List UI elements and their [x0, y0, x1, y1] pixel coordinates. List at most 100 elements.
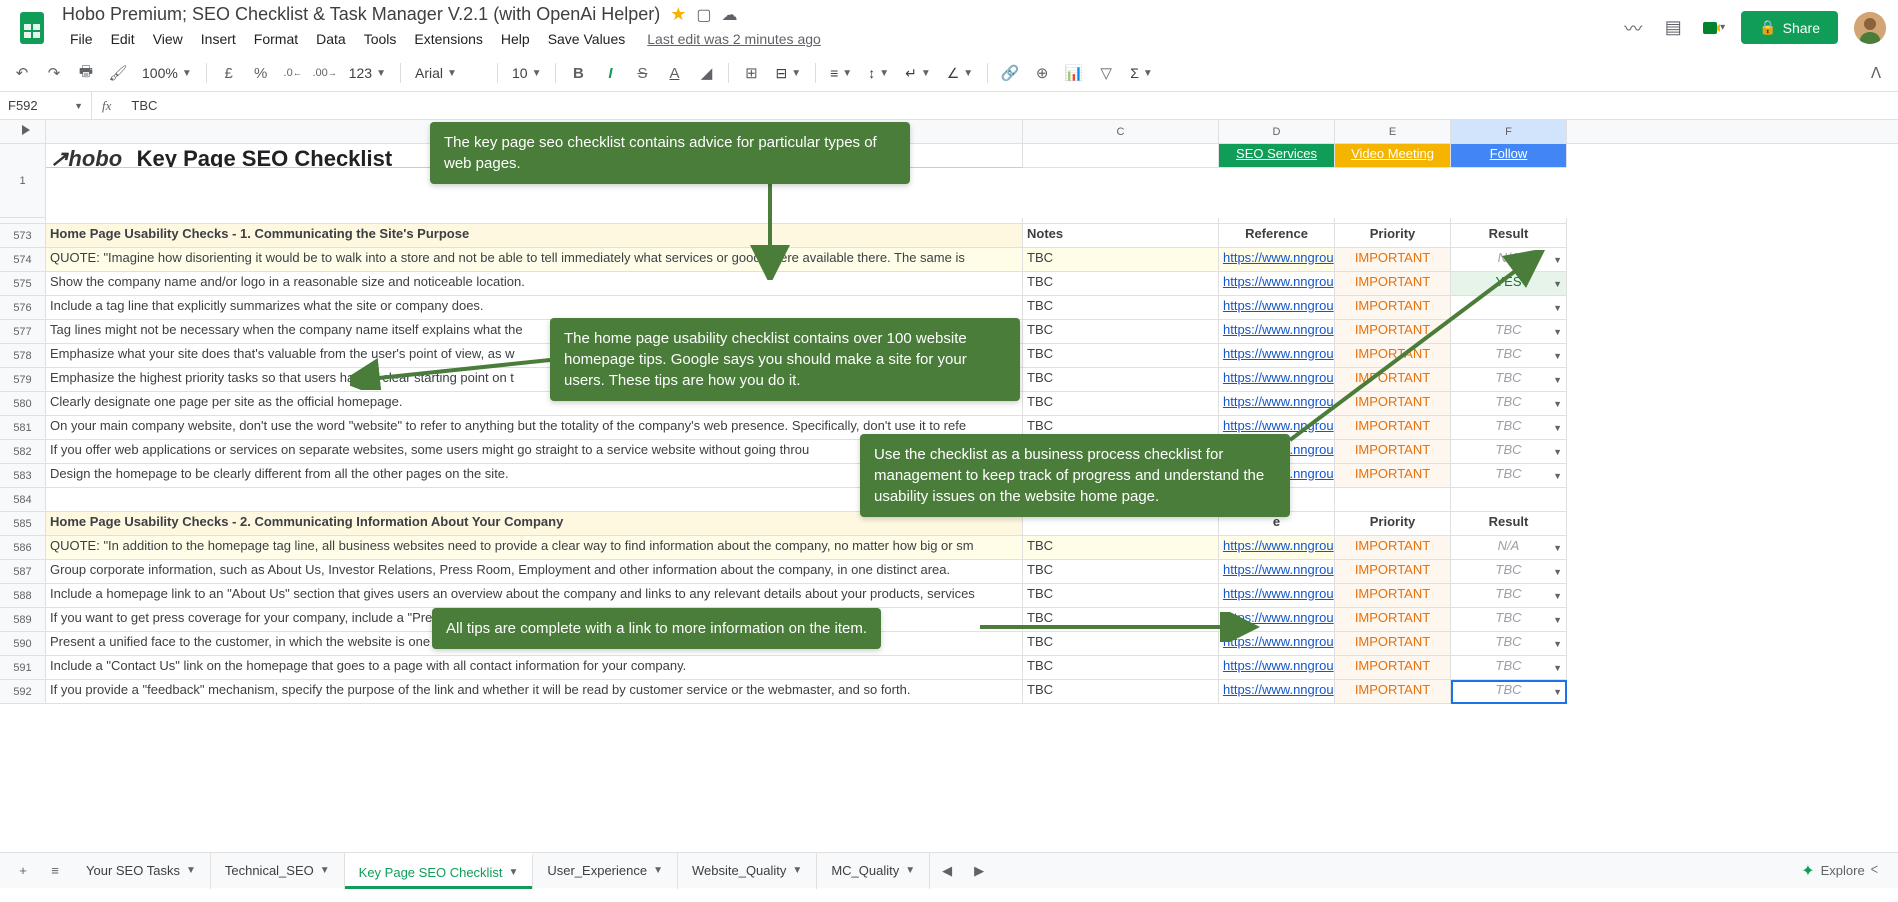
row-header[interactable]: 573 — [0, 224, 46, 248]
tab-menu-icon[interactable]: ▼ — [186, 865, 196, 876]
font-size-select[interactable]: 10▼ — [506, 65, 547, 81]
cell-notes[interactable]: TBC — [1023, 584, 1219, 608]
cell-result[interactable]: YES▼ — [1451, 272, 1567, 296]
tab-menu-icon[interactable]: ▼ — [792, 865, 802, 876]
zoom-select[interactable]: 100%▼ — [136, 65, 198, 81]
cell-notes[interactable]: TBC — [1023, 248, 1219, 272]
row-header[interactable]: 585 — [0, 512, 46, 536]
menu-file[interactable]: File — [62, 27, 101, 51]
row-header[interactable]: 583 — [0, 464, 46, 488]
format-select[interactable]: 123▼ — [343, 65, 392, 81]
cell-notes[interactable]: TBC — [1023, 272, 1219, 296]
all-sheets-button[interactable]: ≡ — [40, 856, 70, 886]
cell-text[interactable]: Include a homepage link to an "About Us"… — [46, 584, 1023, 608]
dec-decrease-button[interactable]: .0← — [279, 59, 307, 87]
cell-result[interactable]: ▼ — [1451, 296, 1567, 320]
grid-body[interactable]: 1 ↗hobo Key Page SEO Checklist SEO Servi… — [0, 144, 1898, 704]
video-meeting-link[interactable]: Video Meeting — [1335, 144, 1451, 168]
cell-reference-link[interactable]: https://www.nngrou — [1219, 536, 1335, 560]
cell-res-header[interactable]: Result — [1451, 512, 1567, 536]
sheet-tab[interactable]: Your SEO Tasks▼ — [72, 853, 211, 889]
strike-button[interactable]: S — [628, 59, 656, 87]
col-header-c[interactable]: C — [1023, 120, 1219, 143]
dropdown-icon[interactable]: ▼ — [1553, 567, 1562, 577]
cell-reference-link[interactable]: https://www.nngrou — [1219, 272, 1335, 296]
cell-res-header[interactable]: Result — [1451, 224, 1567, 248]
dropdown-icon[interactable]: ▼ — [1553, 639, 1562, 649]
row-header[interactable]: 580 — [0, 392, 46, 416]
cell-priority[interactable]: IMPORTANT — [1335, 248, 1451, 272]
cell-reference-link[interactable]: https://www.nngrou — [1219, 584, 1335, 608]
dropdown-icon[interactable]: ▼ — [1553, 447, 1562, 457]
star-icon[interactable]: ★ — [670, 4, 686, 25]
cell-notes[interactable]: TBC — [1023, 536, 1219, 560]
cell-notes[interactable]: TBC — [1023, 632, 1219, 656]
row-header[interactable]: 591 — [0, 656, 46, 680]
cell-reference-link[interactable]: https://www.nngrou — [1219, 248, 1335, 272]
cell-result[interactable]: TBC▼ — [1451, 392, 1567, 416]
row-header-1[interactable]: 1 — [0, 144, 46, 218]
dropdown-icon[interactable]: ▼ — [1553, 255, 1562, 265]
cell-priority[interactable]: IMPORTANT — [1335, 416, 1451, 440]
row-header[interactable]: 590 — [0, 632, 46, 656]
cell-notes[interactable]: TBC — [1023, 392, 1219, 416]
dec-increase-button[interactable]: .00→ — [311, 59, 339, 87]
row-header[interactable]: 592 — [0, 680, 46, 704]
cell-notes[interactable]: TBC — [1023, 344, 1219, 368]
tab-menu-icon[interactable]: ▼ — [508, 867, 518, 878]
currency-button[interactable]: £ — [215, 59, 243, 87]
dropdown-icon[interactable]: ▼ — [1553, 351, 1562, 361]
row-header[interactable]: 577 — [0, 320, 46, 344]
valign-button[interactable]: ↕▼ — [862, 65, 895, 81]
row-header[interactable]: 574 — [0, 248, 46, 272]
cell-prio-header[interactable]: Priority — [1335, 224, 1451, 248]
sheet-tab[interactable]: Website_Quality▼ — [678, 853, 817, 889]
cell-notes[interactable]: TBC — [1023, 560, 1219, 584]
cell-result[interactable]: TBC▼ — [1451, 440, 1567, 464]
merge-button[interactable]: ⊟▼ — [769, 65, 807, 82]
filter-button[interactable]: ▽ — [1092, 59, 1120, 87]
sheet-tab[interactable]: User_Experience▼ — [533, 853, 678, 889]
cell-priority[interactable]: IMPORTANT — [1335, 608, 1451, 632]
menu-save-values[interactable]: Save Values — [540, 27, 634, 51]
cell-prio-header[interactable]: Priority — [1335, 512, 1451, 536]
select-all-corner[interactable] — [0, 120, 46, 143]
cell-text[interactable]: Include a "Contact Us" link on the homep… — [46, 656, 1023, 680]
activity-icon[interactable]: 〰 — [1621, 16, 1645, 40]
dropdown-icon[interactable]: ▼ — [1553, 663, 1562, 673]
cell-priority[interactable]: IMPORTANT — [1335, 272, 1451, 296]
dropdown-icon[interactable]: ▼ — [1553, 591, 1562, 601]
share-button[interactable]: 🔒 Share — [1741, 11, 1838, 44]
col-header-e[interactable]: E — [1335, 120, 1451, 143]
sheet-tab[interactable]: MC_Quality▼ — [817, 853, 930, 889]
dropdown-icon[interactable]: ▼ — [1553, 303, 1562, 313]
rotate-button[interactable]: ∠▼ — [941, 65, 979, 82]
last-edit-link[interactable]: Last edit was 2 minutes ago — [647, 31, 821, 47]
cell-result[interactable]: TBC▼ — [1451, 656, 1567, 680]
formula-input[interactable]: TBC — [121, 98, 167, 113]
cell-reference-link[interactable]: https://www.nngrou — [1219, 344, 1335, 368]
dropdown-icon[interactable]: ▼ — [1553, 279, 1562, 289]
row-header[interactable]: 589 — [0, 608, 46, 632]
redo-button[interactable]: ↷ — [40, 59, 68, 87]
cell-reference-link[interactable]: https://www.nngrou — [1219, 680, 1335, 704]
cell-priority[interactable]: IMPORTANT — [1335, 464, 1451, 488]
cell-priority[interactable]: IMPORTANT — [1335, 560, 1451, 584]
cell-notes[interactable]: TBC — [1023, 608, 1219, 632]
print-button[interactable]: 🖶 — [72, 59, 100, 87]
paint-format-button[interactable]: 🖌 — [104, 59, 132, 87]
dropdown-icon[interactable]: ▼ — [1553, 615, 1562, 625]
wrap-button[interactable]: ↵▼ — [899, 65, 937, 82]
cell-priority[interactable]: IMPORTANT — [1335, 584, 1451, 608]
menu-data[interactable]: Data — [308, 27, 354, 51]
cell-reference-link[interactable]: https://www.nngrou — [1219, 368, 1335, 392]
scroll-left-button[interactable]: ◀ — [932, 856, 962, 886]
row-header[interactable]: 587 — [0, 560, 46, 584]
row-header[interactable]: 575 — [0, 272, 46, 296]
name-box[interactable]: F592 ▼ — [0, 92, 92, 119]
cell-result[interactable]: TBC▼ — [1451, 464, 1567, 488]
cell-priority[interactable]: IMPORTANT — [1335, 440, 1451, 464]
menu-view[interactable]: View — [145, 27, 191, 51]
fill-color-button[interactable]: ◢ — [692, 59, 720, 87]
cell-result[interactable]: TBC▼ — [1451, 632, 1567, 656]
